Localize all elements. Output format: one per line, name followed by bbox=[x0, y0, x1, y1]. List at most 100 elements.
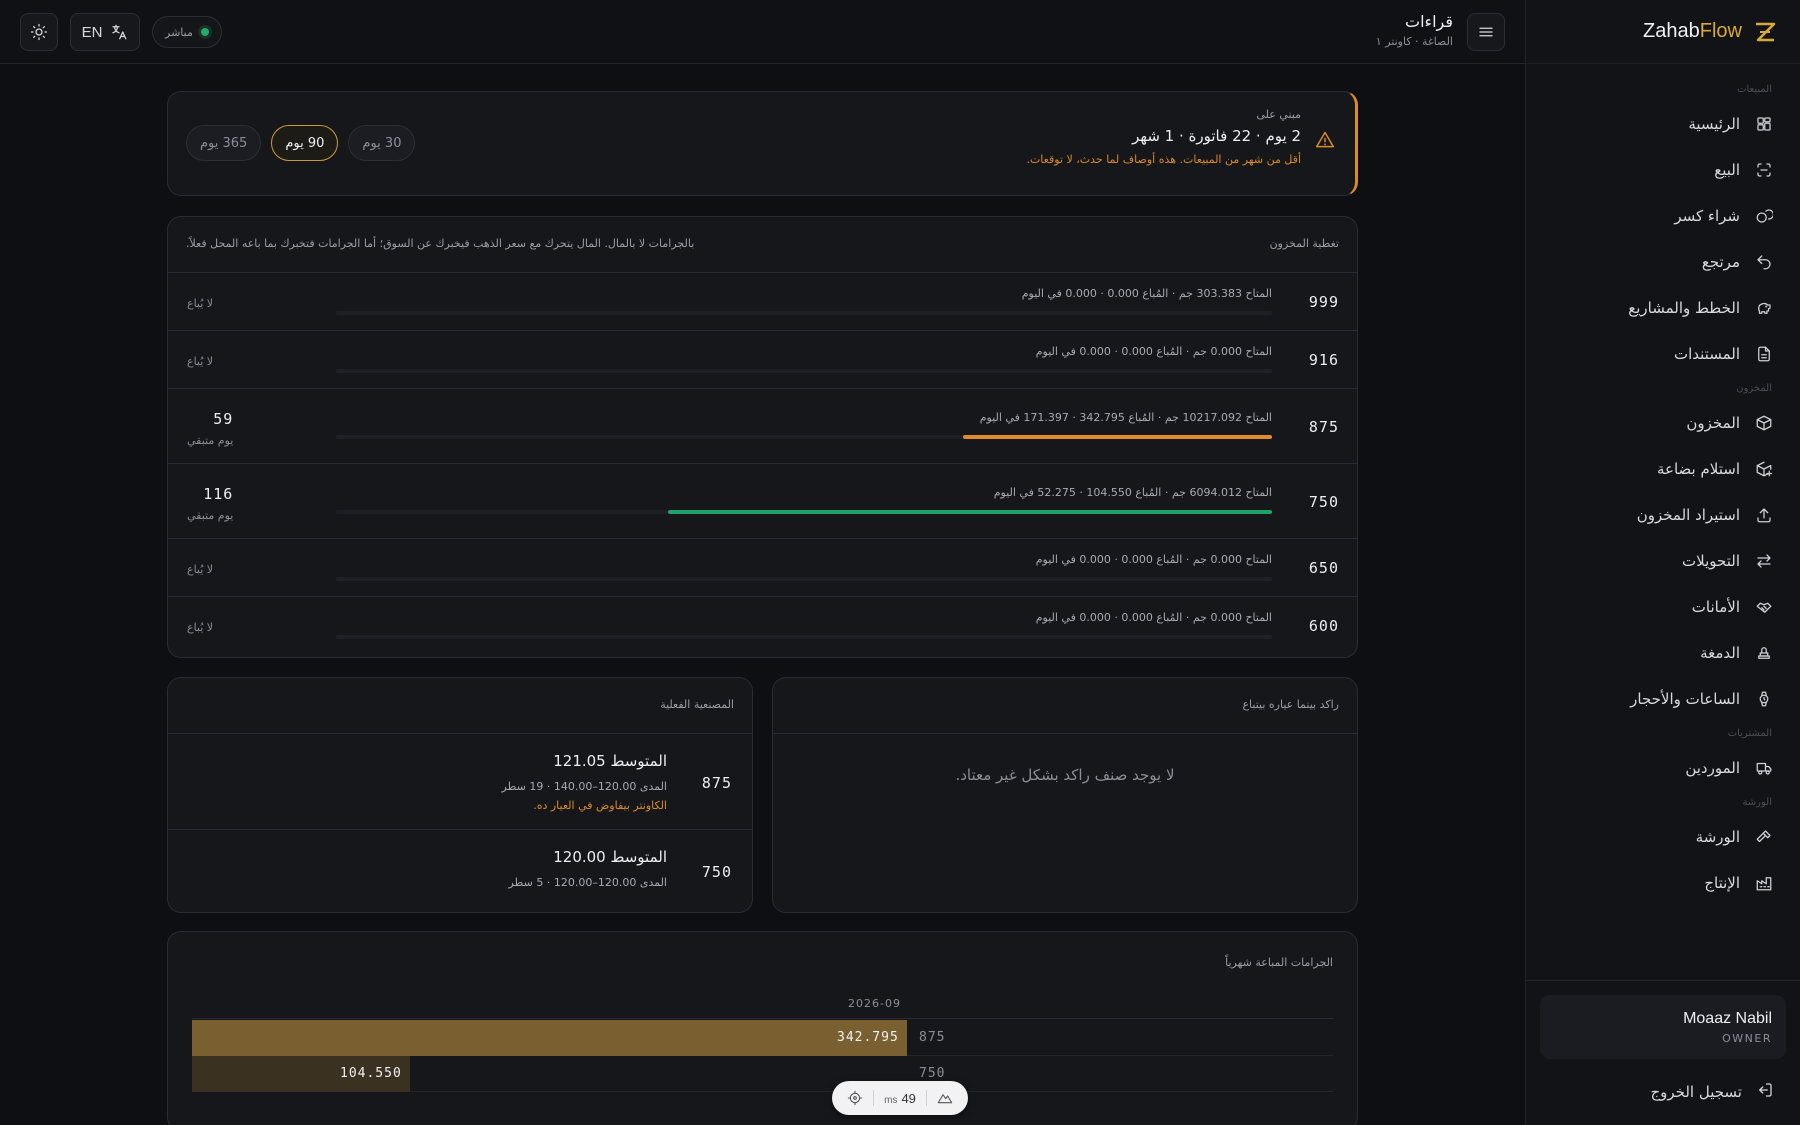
coverage-row: 916 المتاح 0.000 جم · المُباع 0.000 · 0.0… bbox=[168, 331, 1357, 389]
sidebar-item[interactable]: استيراد المخزون bbox=[1526, 492, 1800, 538]
box-plus-icon bbox=[1754, 459, 1774, 479]
monthly-karat-label: 875 bbox=[919, 1030, 946, 1045]
coverage-desc: المتاح 0.000 جم · المُباع 0.000 · 0.000 … bbox=[1035, 345, 1272, 358]
handshake-icon bbox=[1754, 597, 1774, 617]
sidebar-item[interactable]: الموردين bbox=[1526, 745, 1800, 791]
sidebar-item[interactable]: المستندات bbox=[1526, 331, 1800, 377]
sidebar-item-label: البيع bbox=[1714, 161, 1740, 179]
sidebar-item[interactable]: البيع bbox=[1526, 147, 1800, 193]
karat-label: 750 bbox=[701, 863, 732, 881]
coverage-title: تغطية المخزون bbox=[1269, 237, 1339, 250]
sidebar-item[interactable]: الدمغة bbox=[1526, 630, 1800, 676]
karat-label: 875 bbox=[701, 774, 732, 792]
sidebar-item-label: الساعات والأحجار bbox=[1630, 690, 1740, 708]
karat-label: 650 bbox=[1308, 559, 1339, 577]
sidebar-item-label: المستندات bbox=[1673, 345, 1740, 363]
sidebar-item[interactable]: الساعات والأحجار bbox=[1526, 676, 1800, 722]
range-option[interactable]: 90 يوم bbox=[271, 125, 339, 161]
monthly-bar-value: 104.550 bbox=[340, 1066, 402, 1081]
dev-perf-indicator[interactable]: ms 49 bbox=[832, 1081, 968, 1115]
sidebar-item[interactable]: شراء كسر bbox=[1526, 193, 1800, 239]
mountain-icon bbox=[937, 1094, 953, 1104]
alert-kicker: مبني على bbox=[1256, 108, 1301, 121]
sidebar-item[interactable]: المخزون bbox=[1526, 400, 1800, 446]
sidebar-item[interactable]: التحويلات bbox=[1526, 538, 1800, 584]
factory-icon bbox=[1754, 873, 1774, 893]
coverage-row: 999 المتاح 303.383 جم · المُباع 0.000 · 0… bbox=[168, 273, 1357, 331]
sidebar-nav: المبيعات الرئيسية البيع شراء كسر مرتجع الخطط … bbox=[1526, 64, 1800, 979]
sidebar-item[interactable]: الإنتاج bbox=[1526, 860, 1800, 906]
coverage-bar-fill bbox=[963, 435, 1272, 439]
dashboard-icon bbox=[1754, 114, 1774, 134]
stamp-icon bbox=[1754, 643, 1774, 663]
stagnant-title: راكد بينما عياره بيتباع bbox=[1242, 698, 1339, 711]
page-header: قراءات الصاغة · كاونتر ١ bbox=[1376, 12, 1453, 48]
coverage-header: تغطية المخزون بالجرامات لا بالمال. المال… bbox=[168, 217, 1357, 273]
making-info: المتوسط 121.05 المدى 120.00–140.00 · 19 س… bbox=[502, 752, 667, 812]
sidebar-item[interactable]: الرئيسية bbox=[1526, 101, 1800, 147]
making-warning: الكاونتر بيفاوض في العيار ده. bbox=[533, 799, 667, 812]
logout-icon bbox=[1756, 1081, 1774, 1103]
sidebar-item[interactable]: الأمانات bbox=[1526, 584, 1800, 630]
not-selling-status: لا يُباع bbox=[187, 563, 214, 576]
range-option[interactable]: 30 يوم bbox=[348, 125, 416, 161]
user-name: Moaaz Nabil bbox=[1683, 1009, 1772, 1027]
stagnant-items-card: راكد بينما عياره بيتباع لا يوجد صنف راكد… bbox=[772, 677, 1358, 913]
page-subtitle: الصاغة · كاونتر ١ bbox=[1375, 35, 1453, 48]
not-selling-status: لا يُباع bbox=[187, 297, 214, 310]
karat-label: 999 bbox=[1308, 293, 1339, 311]
making-header: المصنعية الفعلية bbox=[168, 678, 752, 734]
coverage-note: بالجرامات لا بالمال. المال يتحرك مع سعر … bbox=[186, 237, 695, 250]
days-unit: يوم متبقي bbox=[187, 509, 234, 522]
live-label: مباشر bbox=[165, 25, 193, 39]
making-info: المتوسط 120.00 المدى 120.00–120.00 · 5 سط… bbox=[509, 848, 667, 889]
coins-icon bbox=[1754, 206, 1774, 226]
live-dot-icon bbox=[200, 28, 209, 36]
monthly-bar-row: 104.550 750 bbox=[192, 1056, 1333, 1092]
sidebar-item[interactable]: الورشة bbox=[1526, 814, 1800, 860]
sidebar-item-label: الرئيسية bbox=[1688, 115, 1740, 133]
user-card[interactable]: Moaaz Nabil OWNER bbox=[1540, 995, 1786, 1059]
sidebar-item[interactable]: الخطط والمشاريع bbox=[1526, 285, 1800, 331]
karat-label: 600 bbox=[1308, 617, 1339, 635]
sidebar-item-label: الدمغة bbox=[1700, 644, 1740, 662]
coverage-row: 875 المتاح 10217.092 جم · المُباع 342.795… bbox=[168, 389, 1357, 464]
sidebar-item-label: استيراد المخزون bbox=[1636, 506, 1740, 524]
sidebar-item-label: شراء كسر bbox=[1674, 207, 1740, 225]
coverage-bar-track bbox=[336, 635, 1272, 639]
making-range: المدى 120.00–120.00 · 5 سطر bbox=[508, 876, 667, 889]
coverage-desc: المتاح 303.383 جم · المُباع 0.000 · 0.00… bbox=[1021, 287, 1272, 300]
truck-icon bbox=[1754, 758, 1774, 778]
nav-section-label: الورشة bbox=[1742, 797, 1772, 808]
nav-section-label: المبيعات bbox=[1737, 84, 1772, 95]
brand[interactable]: ZahabFlow bbox=[1526, 0, 1800, 64]
making-row: 750 المتوسط 120.00 المدى 120.00–120.00 · 5… bbox=[168, 830, 752, 912]
days-value: 116 bbox=[203, 485, 234, 503]
scan-icon bbox=[1754, 160, 1774, 180]
logout-button[interactable]: تسجيل الخروج bbox=[1540, 1067, 1786, 1117]
perf-separator bbox=[925, 1090, 927, 1106]
language-toggle-button[interactable]: EN bbox=[70, 13, 140, 51]
menu-toggle-button[interactable] bbox=[1467, 13, 1505, 51]
coverage-bar-track bbox=[336, 435, 1272, 439]
coverage-desc: المتاح 10217.092 جم · المُباع 342.795 · … bbox=[979, 411, 1272, 424]
live-status-badge: مباشر bbox=[152, 16, 222, 48]
page-title: قراءات bbox=[1405, 12, 1453, 31]
theme-toggle-button[interactable] bbox=[20, 13, 58, 51]
days-remaining: 59 يوم متبقي bbox=[187, 410, 233, 447]
watch-icon bbox=[1754, 689, 1774, 709]
sidebar-item[interactable]: مرتجع bbox=[1526, 239, 1800, 285]
not-selling-status: لا يُباع bbox=[187, 621, 214, 634]
range-option[interactable]: 365 يوم bbox=[186, 125, 262, 161]
transfer-icon bbox=[1754, 551, 1774, 571]
monthly-karat-label: 750 bbox=[919, 1066, 946, 1081]
making-row: 875 المتوسط 121.05 المدى 120.00–140.00 · 1… bbox=[168, 734, 752, 830]
user-role: OWNER bbox=[1722, 1031, 1772, 1045]
topbar-actions: EN مباشر bbox=[20, 13, 222, 51]
monthly-bar bbox=[192, 1020, 907, 1056]
hammer-icon bbox=[1754, 827, 1774, 847]
sidebar-item-label: استلام بضاعة bbox=[1656, 460, 1740, 478]
coverage-desc: المتاح 6094.012 جم · المُباع 104.550 · 5… bbox=[993, 486, 1272, 499]
stock-coverage-card: تغطية المخزون بالجرامات لا بالمال. المال… bbox=[167, 216, 1358, 658]
sidebar-item[interactable]: استلام بضاعة bbox=[1526, 446, 1800, 492]
